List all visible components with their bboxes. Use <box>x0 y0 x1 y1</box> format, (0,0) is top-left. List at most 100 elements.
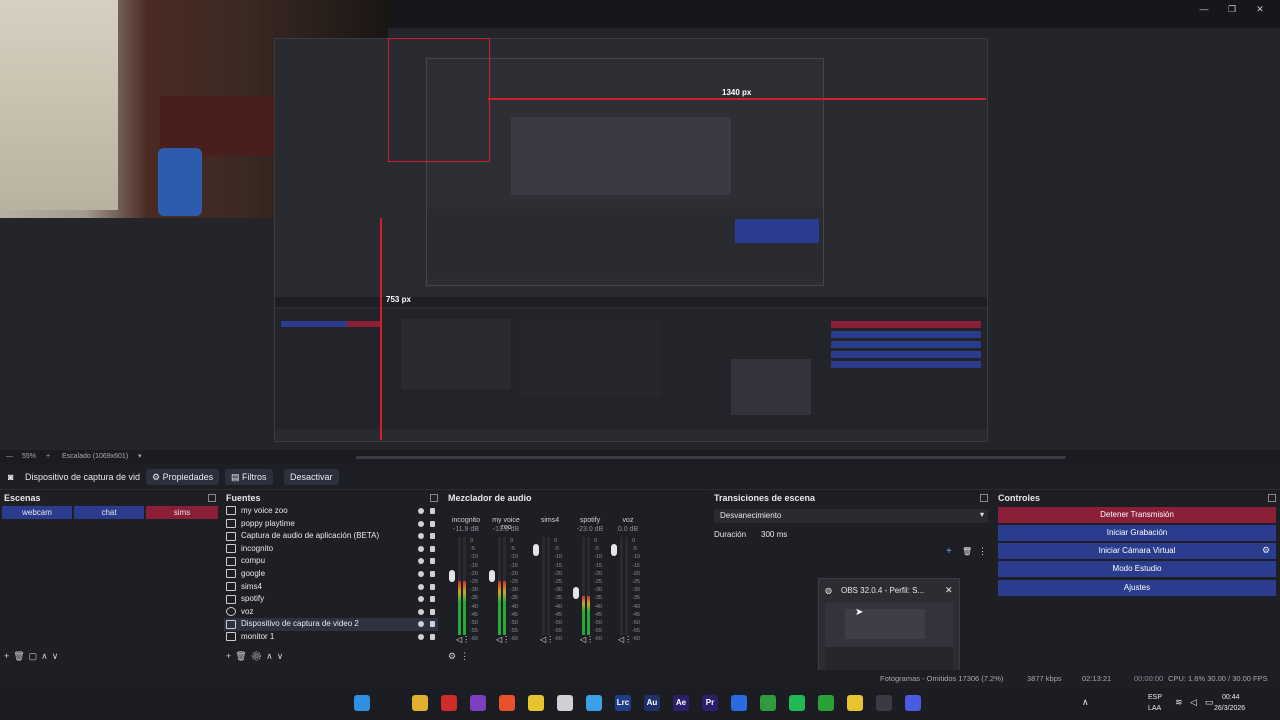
notes-icon[interactable] <box>586 695 602 711</box>
scenes-controls[interactable]: +🗑▢∧∨ <box>4 651 62 662</box>
eye-icon[interactable] <box>418 583 424 590</box>
tray-chevron-icon[interactable]: ∧ <box>1082 697 1089 708</box>
speaker-icon[interactable]: ◁⋮ <box>496 635 510 644</box>
brave-icon[interactable] <box>499 695 515 711</box>
preview-scrollbar[interactable] <box>356 456 1066 459</box>
source-item[interactable]: google <box>224 568 438 581</box>
scene-sims[interactable]: sims <box>146 506 218 519</box>
obs-icon[interactable] <box>876 695 892 711</box>
properties-button[interactable]: ⚙ Propiedades <box>146 469 220 485</box>
source-item[interactable]: sims4 <box>224 581 438 594</box>
lock-icon[interactable] <box>430 621 435 628</box>
source-item[interactable]: spotify <box>224 593 438 606</box>
premiere-icon[interactable]: Pr <box>702 695 718 711</box>
volume-fader[interactable] <box>449 569 455 582</box>
eye-icon[interactable] <box>418 608 424 615</box>
lock-icon[interactable] <box>430 508 435 514</box>
discord-app-icon[interactable] <box>905 695 921 711</box>
source-item[interactable]: monitor 1 <box>224 631 438 644</box>
xbox-icon[interactable] <box>760 695 776 711</box>
lock-icon[interactable] <box>430 545 435 552</box>
lock-icon[interactable] <box>430 608 435 615</box>
eye-icon[interactable] <box>418 520 424 527</box>
scene-webcam[interactable]: webcam <box>2 506 72 519</box>
capcut-alt-icon[interactable] <box>557 695 573 711</box>
file-explorer-icon[interactable] <box>412 695 428 711</box>
minimize-button[interactable]: — <box>1195 2 1213 16</box>
eye-icon[interactable] <box>418 545 424 552</box>
lock-icon[interactable] <box>430 634 435 640</box>
chrome-2-icon[interactable] <box>847 695 863 711</box>
clock-time[interactable]: 00:44 <box>1222 694 1240 701</box>
minus-icon[interactable]: — <box>6 453 13 460</box>
eye-icon[interactable] <box>418 596 424 603</box>
lock-icon[interactable] <box>430 533 435 540</box>
source-item[interactable]: Captura de audio de aplicación (BETA) <box>224 530 438 543</box>
taskbar-preview-popup[interactable]: ◍ OBS 32.0.4 - Perfil: S... ✕ ➤ <box>818 578 960 680</box>
virtual-camera-settings-icon[interactable]: ⚙ <box>1262 545 1270 556</box>
scaling-dropdown-icon[interactable]: ▾ <box>138 452 142 460</box>
selection-box[interactable] <box>388 38 490 162</box>
dock-float-icon[interactable] <box>208 494 216 502</box>
source-item-selected[interactable]: Dispositivo de captura de video 2 <box>224 618 438 631</box>
language-label[interactable]: ESP <box>1148 694 1162 701</box>
volume-fader[interactable] <box>573 586 579 599</box>
instagram-icon[interactable] <box>470 695 486 711</box>
search-icon[interactable] <box>383 695 399 711</box>
eye-icon[interactable] <box>418 621 424 628</box>
eye-icon[interactable] <box>418 533 424 540</box>
lock-icon[interactable] <box>430 558 435 565</box>
speaker-icon[interactable]: ◁⋮ <box>456 635 470 644</box>
eye-icon[interactable] <box>418 571 424 577</box>
start-virtual-camera-button[interactable]: Iniciar Cámara Virtual <box>998 543 1276 559</box>
mixer-settings-icon[interactable]: ⚙⋮ <box>448 651 473 662</box>
speaker-icon[interactable]: ◁⋮ <box>618 635 632 644</box>
volume-fader[interactable] <box>489 569 495 582</box>
speaker-icon[interactable]: ◁⋮ <box>580 635 594 644</box>
volume-icon[interactable]: ◁ <box>1190 697 1197 708</box>
windows-start-icon[interactable] <box>354 695 370 711</box>
more-icon[interactable]: ⋮ <box>978 546 987 557</box>
source-item[interactable]: incognito <box>224 543 438 556</box>
close-button[interactable]: ✕ <box>1251 2 1269 16</box>
clock-date[interactable]: 26/3/2026 <box>1214 705 1245 712</box>
volume-fader[interactable] <box>533 543 539 556</box>
keyboard-layout-label[interactable]: LAA <box>1148 705 1161 712</box>
volume-fader[interactable] <box>611 543 617 556</box>
dock-float-icon[interactable] <box>980 494 988 502</box>
maximize-button[interactable]: ❐ <box>1223 2 1241 16</box>
source-item[interactable]: poppy playtime <box>224 518 438 531</box>
lock-icon[interactable] <box>430 583 435 590</box>
scene-chat[interactable]: chat <box>74 506 144 519</box>
spotify-icon[interactable] <box>789 695 805 711</box>
store-icon[interactable] <box>731 695 747 711</box>
dock-float-icon[interactable] <box>430 494 438 502</box>
wifi-icon[interactable]: ≋ <box>1175 697 1183 708</box>
studio-mode-button[interactable]: Modo Estudio <box>998 561 1276 577</box>
trash-icon[interactable]: 🗑 <box>962 547 972 556</box>
sources-controls[interactable]: +🗑⚙∧∨ <box>226 651 287 662</box>
eye-icon[interactable] <box>418 508 424 514</box>
stop-streaming-button[interactable]: Detener Transmisión <box>998 507 1276 523</box>
chrome-icon[interactable] <box>528 695 544 711</box>
sims-icon[interactable] <box>818 695 834 711</box>
source-item[interactable]: voz <box>224 606 438 619</box>
zoom-plus-button[interactable]: + <box>46 453 50 460</box>
close-icon[interactable]: ✕ <box>945 585 953 596</box>
filters-button[interactable]: ▤ Filtros <box>225 469 273 485</box>
source-item[interactable]: my voice zoo <box>224 505 438 518</box>
program-preview[interactable]: — ❐ ✕ 1340 px 753 px <box>0 0 1280 450</box>
dock-float-icon[interactable] <box>1268 494 1276 502</box>
eye-icon[interactable] <box>418 634 424 640</box>
after-effects-icon[interactable]: Ae <box>673 695 689 711</box>
capcut-icon[interactable] <box>441 695 457 711</box>
eye-icon[interactable] <box>418 558 424 565</box>
transition-select[interactable]: Desvanecimiento ▾ <box>714 509 988 523</box>
lock-icon[interactable] <box>430 596 435 603</box>
lock-icon[interactable] <box>430 571 435 577</box>
speaker-icon[interactable]: ◁⋮ <box>540 635 554 644</box>
add-transition-icon[interactable]: + <box>946 546 952 557</box>
settings-button[interactable]: Ajustes <box>998 580 1276 596</box>
source-item[interactable]: compu <box>224 555 438 568</box>
deactivate-button[interactable]: Desactivar <box>284 469 339 485</box>
